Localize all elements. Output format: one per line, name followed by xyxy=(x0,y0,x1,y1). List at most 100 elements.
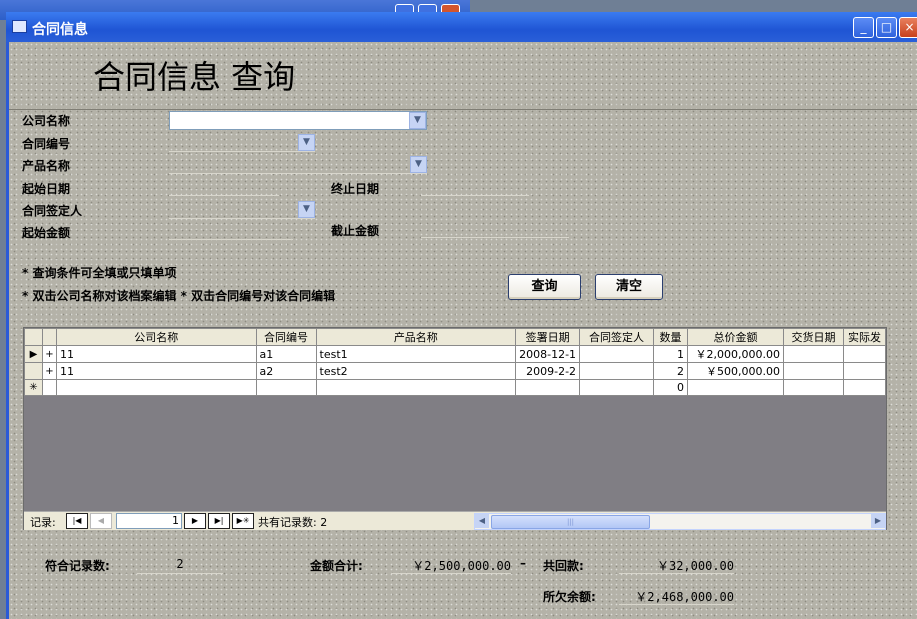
cell-sign-date[interactable]: 2008-12-1 xyxy=(515,345,581,363)
end-date-label: 终止日期 xyxy=(331,182,380,196)
cell-qty[interactable]: 1 xyxy=(653,345,688,363)
cell-total[interactable]: ￥500,000.00 xyxy=(686,362,784,380)
expand-icon[interactable]: + xyxy=(41,345,57,363)
previous-record-icon[interactable]: ◀ xyxy=(90,513,112,529)
current-record-input[interactable]: 1 xyxy=(116,513,182,529)
table-header-row: 公司名称 合同编号 产品名称 签署日期 合同签定人 数量 总价金额 交货日期 实… xyxy=(24,328,887,346)
cell-actual[interactable] xyxy=(842,345,887,363)
record-label: 记录: xyxy=(30,516,56,529)
last-record-icon[interactable]: ▶| xyxy=(208,513,230,529)
company-name-combo[interactable]: ▼ xyxy=(169,111,427,130)
end-date-field[interactable] xyxy=(421,179,529,196)
start-amount-field[interactable] xyxy=(169,223,293,240)
cell-qty[interactable]: 2 xyxy=(653,362,688,380)
scroll-thumb[interactable]: ||| xyxy=(491,515,650,529)
window-titlebar[interactable]: 合同信息 _ □ × xyxy=(6,12,917,42)
header-expand xyxy=(41,328,57,346)
balance-label: 所欠余额: xyxy=(543,590,596,604)
cell-signer[interactable] xyxy=(579,345,654,363)
table-row-new[interactable]: ✳ 0 xyxy=(24,379,887,396)
expand-icon[interactable] xyxy=(41,379,57,396)
chevron-down-icon[interactable]: ▼ xyxy=(409,112,426,129)
cell-contract-no[interactable]: a2 xyxy=(255,362,317,380)
query-button[interactable]: 查询 xyxy=(508,274,581,300)
cell-actual[interactable] xyxy=(842,379,887,396)
cell-total[interactable]: ￥2,000,000.00 xyxy=(686,345,784,363)
form-header: 合同信息 查询 xyxy=(9,42,917,110)
column-header[interactable]: 合同签定人 xyxy=(579,328,654,346)
match-count-value: 2 xyxy=(137,557,223,574)
end-amount-field[interactable] xyxy=(421,221,569,238)
cell-qty[interactable]: 0 xyxy=(653,379,688,396)
balance-value: ￥2,468,000.00 xyxy=(619,588,734,605)
current-record-icon[interactable]: ▶ xyxy=(24,345,43,363)
cell-product[interactable]: test2 xyxy=(315,362,517,380)
cell-delivery[interactable] xyxy=(782,362,844,380)
row-selector[interactable] xyxy=(24,362,43,380)
cell-product[interactable] xyxy=(315,379,517,396)
column-header[interactable]: 交货日期 xyxy=(782,328,844,346)
clear-button[interactable]: 清空 xyxy=(595,274,663,300)
column-header[interactable]: 实际发 xyxy=(842,328,887,346)
column-header[interactable]: 合同编号 xyxy=(255,328,317,346)
cell-company[interactable]: 11 xyxy=(55,362,257,380)
cell-company[interactable] xyxy=(55,379,257,396)
chevron-down-icon[interactable]: ▼ xyxy=(298,134,315,151)
cell-signer[interactable] xyxy=(579,362,654,380)
horizontal-scrollbar[interactable]: ◀ ||| ▶ xyxy=(474,513,886,530)
record-navigator: 记录: |◀ ◀ 1 ▶ ▶| ▶✳ 共有记录数: 2 ◀ ||| ▶ xyxy=(24,511,886,530)
results-datasheet[interactable]: 公司名称 合同编号 产品名称 签署日期 合同签定人 数量 总价金额 交货日期 实… xyxy=(23,327,887,530)
column-header[interactable]: 产品名称 xyxy=(315,328,517,346)
received-label: 共回款: xyxy=(543,559,584,573)
cell-sign-date[interactable]: 2009-2-2 xyxy=(515,362,581,380)
column-header[interactable]: 签署日期 xyxy=(515,328,581,346)
end-amount-label: 截止金额 xyxy=(331,224,380,238)
product-name-label: 产品名称 xyxy=(22,159,71,173)
next-record-icon[interactable]: ▶ xyxy=(184,513,206,529)
new-record-icon[interactable]: ▶✳ xyxy=(232,513,254,529)
chevron-down-icon[interactable]: ▼ xyxy=(410,156,427,173)
contract-no-combo[interactable]: ▼ xyxy=(169,134,315,152)
minimize-icon[interactable]: _ xyxy=(853,17,874,38)
page-title: 合同信息 查询 xyxy=(93,58,296,96)
first-record-icon[interactable]: |◀ xyxy=(66,513,88,529)
chevron-down-icon[interactable]: ▼ xyxy=(298,201,315,218)
amount-total-value: ￥2,500,000.00 xyxy=(391,557,511,574)
cell-total[interactable] xyxy=(686,379,784,396)
close-icon[interactable]: × xyxy=(899,17,917,38)
cell-signer[interactable] xyxy=(579,379,654,396)
column-header[interactable]: 总价金额 xyxy=(686,328,784,346)
company-name-label: 公司名称 xyxy=(22,114,71,128)
minus-sign: – xyxy=(520,556,526,570)
match-count-label: 符合记录数: xyxy=(45,559,110,573)
form-icon xyxy=(12,20,27,33)
new-row-icon[interactable]: ✳ xyxy=(24,379,43,396)
record-count: 共有记录数: 2 xyxy=(258,516,328,529)
signer-combo[interactable]: ▼ xyxy=(169,201,315,219)
column-header[interactable]: 数量 xyxy=(653,328,688,346)
cell-delivery[interactable] xyxy=(782,379,844,396)
start-date-field[interactable] xyxy=(169,179,279,196)
product-name-combo[interactable]: ▼ xyxy=(169,156,427,174)
hint-text-1: * 查询条件可全填或只填单项 xyxy=(22,266,177,280)
table-row[interactable]: ▶ + 11 a1 test1 2008-12-1 1 ￥2,000,000.0… xyxy=(24,345,887,363)
cell-delivery[interactable] xyxy=(782,345,844,363)
amount-total-label: 金额合计: xyxy=(310,559,363,573)
hint-text-2: * 双击公司名称对该档案编辑 * 双击合同编号对该合同编辑 xyxy=(22,289,336,303)
expand-icon[interactable]: + xyxy=(41,362,57,380)
cell-product[interactable]: test1 xyxy=(315,345,517,363)
form-client-area: 合同信息 查询 公司名称 ▼ 合同编号 ▼ 产品名称 ▼ 起始日期 终止日期 合… xyxy=(9,42,917,619)
scroll-right-icon[interactable]: ▶ xyxy=(871,514,885,528)
start-amount-label: 起始金额 xyxy=(22,226,71,240)
cell-contract-no[interactable] xyxy=(255,379,317,396)
maximize-icon[interactable]: □ xyxy=(876,17,897,38)
scroll-left-icon[interactable]: ◀ xyxy=(475,514,489,528)
window-title: 合同信息 xyxy=(32,22,88,38)
cell-company[interactable]: 11 xyxy=(55,345,257,363)
column-header[interactable]: 公司名称 xyxy=(55,328,257,346)
cell-contract-no[interactable]: a1 xyxy=(255,345,317,363)
table-row[interactable]: + 11 a2 test2 2009-2-2 2 ￥500,000.00 xyxy=(24,362,887,380)
cell-sign-date[interactable] xyxy=(515,379,581,396)
start-date-label: 起始日期 xyxy=(22,182,71,196)
cell-actual[interactable] xyxy=(842,362,887,380)
